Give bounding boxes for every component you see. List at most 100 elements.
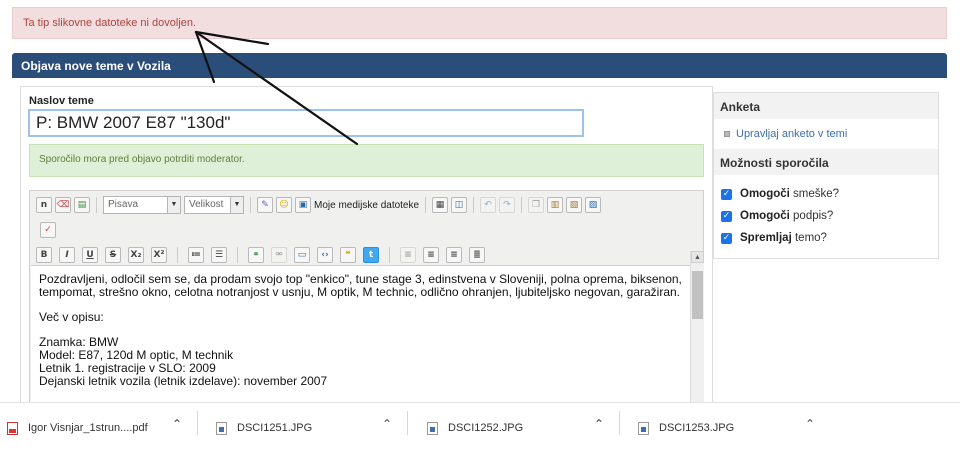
chevron-down-icon: ▼ bbox=[230, 197, 243, 213]
size-select-label: Velikost bbox=[189, 199, 224, 210]
redo-icon[interactable]: ↷ bbox=[499, 197, 516, 213]
page-title: Objava nove teme v Vozila bbox=[12, 53, 947, 78]
error-message: Ta tip slikovne datoteke ni dovoljen. bbox=[12, 7, 947, 39]
pdf-file-icon bbox=[7, 421, 18, 435]
align-right-icon[interactable]: ≡ bbox=[446, 247, 462, 263]
manage-poll-label: Upravljaj anketo v temi bbox=[736, 128, 848, 140]
toolbar-separator bbox=[425, 197, 427, 213]
editor-line: Dejanski letnik vozila (letnik izdelave)… bbox=[39, 374, 328, 388]
subscript-icon[interactable]: X₂ bbox=[128, 247, 144, 263]
editor-scrollbar[interactable]: ▲ bbox=[690, 251, 704, 417]
paste-word-icon[interactable]: ▨ bbox=[585, 197, 602, 213]
image-file-icon bbox=[427, 421, 438, 435]
download-separator bbox=[197, 411, 198, 435]
editor-paragraph: Pozdravljeni, odločil sem se, da prodam … bbox=[39, 272, 682, 299]
paste-icon[interactable]: ▥ bbox=[547, 197, 564, 213]
toolbar-row-1: n ⌫ ▤ Pisava ▼ Velikost ▼ ✎ ☺ ▣ Moje med… bbox=[36, 195, 602, 215]
chevron-up-icon[interactable]: ⌃ bbox=[805, 417, 815, 431]
link-icon[interactable]: ⚭ bbox=[248, 247, 264, 263]
option-follow-topic[interactable]: ✓ Spremljaj temo? bbox=[714, 227, 938, 249]
align-left-icon[interactable]: ≡ bbox=[400, 247, 416, 263]
checkbox-checked-icon[interactable]: ✓ bbox=[721, 210, 732, 222]
font-select[interactable]: Pisava ▼ bbox=[103, 196, 181, 214]
chevron-up-icon[interactable]: ⌃ bbox=[382, 417, 392, 431]
bullet-icon bbox=[724, 131, 730, 137]
media-button-label: Moje medijske datoteke bbox=[314, 199, 420, 211]
editor-content[interactable]: Pozdravljeni, odločil sem se, da prodam … bbox=[31, 265, 690, 415]
quote-icon[interactable]: ❝ bbox=[340, 247, 356, 263]
option-label-rest: podpis? bbox=[789, 210, 834, 222]
media-button[interactable]: ▣ Moje medijske datoteke bbox=[295, 197, 419, 213]
underline-icon[interactable]: U bbox=[82, 247, 98, 263]
option-label-bold: Omogoči bbox=[740, 210, 790, 222]
source-icon[interactable]: n bbox=[36, 197, 52, 213]
paste-text-icon[interactable]: ▧ bbox=[566, 197, 583, 213]
code-icon[interactable]: ‹› bbox=[317, 247, 333, 263]
checkbox-checked-icon[interactable]: ✓ bbox=[721, 188, 732, 200]
bold-icon[interactable]: B bbox=[36, 247, 52, 263]
image-icon[interactable]: ▭ bbox=[294, 247, 310, 263]
option-signature[interactable]: ✓ Omogoči podpis? bbox=[714, 205, 938, 227]
option-label: Spremljaj temo? bbox=[740, 232, 827, 244]
rich-text-editor: n ⌫ ▤ Pisava ▼ Velikost ▼ ✎ ☺ ▣ Moje med… bbox=[29, 190, 704, 417]
table-icon[interactable]: ▦ bbox=[432, 197, 449, 213]
chevron-down-icon: ▼ bbox=[167, 197, 180, 213]
title-label: Naslov teme bbox=[29, 95, 94, 107]
numbered-list-icon[interactable]: ☰ bbox=[211, 247, 227, 263]
download-item[interactable]: Igor Visnjar_1strun....pdf bbox=[7, 417, 148, 439]
chevron-up-icon[interactable]: ⌃ bbox=[594, 417, 604, 431]
smiley-icon[interactable]: ☺ bbox=[276, 197, 292, 213]
moderation-notice: Sporočilo mora pred objavo potrditi mode… bbox=[29, 144, 704, 177]
toolbar-row-3: B I U S X₂ X² ≔ ☰ ⚭ ⚮ ▭ ‹› ❝ t ≡ ≡ ≡ ≣ bbox=[36, 247, 485, 263]
chevron-up-icon[interactable]: ⌃ bbox=[172, 417, 182, 431]
download-item[interactable]: DSCI1252.JPG bbox=[427, 417, 523, 439]
option-label: Omogoči podpis? bbox=[740, 210, 833, 222]
options-heading: Možnosti sporočila bbox=[714, 149, 938, 175]
copy-icon[interactable]: ❐ bbox=[528, 197, 545, 213]
bulleted-list-icon[interactable]: ≔ bbox=[188, 247, 204, 263]
size-select[interactable]: Velikost ▼ bbox=[184, 196, 244, 214]
scrollbar-thumb[interactable] bbox=[692, 271, 703, 319]
download-bar: Igor Visnjar_1strun....pdf ⌃ DSCI1251.JP… bbox=[0, 402, 960, 460]
option-label-rest: temo? bbox=[791, 232, 827, 244]
strikethrough-icon[interactable]: S bbox=[105, 247, 121, 263]
option-label-rest: smeške? bbox=[789, 188, 840, 200]
eraser-icon[interactable]: ⌫ bbox=[55, 197, 71, 213]
download-item[interactable]: DSCI1251.JPG bbox=[216, 417, 312, 439]
undo-icon[interactable]: ↶ bbox=[480, 197, 497, 213]
layout-icon[interactable]: ◫ bbox=[451, 197, 468, 213]
download-separator bbox=[619, 411, 620, 435]
twitter-icon[interactable]: t bbox=[363, 247, 379, 263]
download-filename: DSCI1252.JPG bbox=[448, 422, 524, 434]
toolbar-separator bbox=[389, 247, 390, 263]
spellcheck-icon[interactable]: ✓ bbox=[40, 222, 56, 238]
manage-poll-link[interactable]: Upravljaj anketo v temi bbox=[714, 119, 938, 149]
option-smileys[interactable]: ✓ Omogoči smeške? bbox=[714, 183, 938, 205]
toolbar-row-2: ✓ bbox=[40, 222, 56, 238]
align-center-icon[interactable]: ≡ bbox=[423, 247, 439, 263]
toolbar-separator bbox=[250, 197, 251, 213]
superscript-icon[interactable]: X² bbox=[151, 247, 167, 263]
italic-icon[interactable]: I bbox=[59, 247, 75, 263]
option-label-bold: Spremljaj bbox=[740, 232, 792, 244]
title-input[interactable] bbox=[28, 109, 584, 137]
font-select-label: Pisava bbox=[108, 199, 139, 210]
download-separator bbox=[407, 411, 408, 435]
poll-heading: Anketa bbox=[714, 93, 938, 119]
template-icon[interactable]: ▤ bbox=[74, 197, 90, 213]
media-icon: ▣ bbox=[295, 197, 311, 213]
download-filename: DSCI1251.JPG bbox=[237, 422, 313, 434]
scroll-up-icon[interactable]: ▲ bbox=[691, 251, 704, 263]
toolbar-separator bbox=[521, 197, 523, 213]
toolbar-separator bbox=[96, 197, 97, 213]
toolbar-separator bbox=[177, 247, 178, 263]
font-color-icon[interactable]: ✎ bbox=[257, 197, 273, 213]
justify-icon[interactable]: ≣ bbox=[469, 247, 485, 263]
image-file-icon bbox=[638, 421, 649, 435]
checkbox-checked-icon[interactable]: ✓ bbox=[721, 232, 732, 244]
download-item[interactable]: DSCI1253.JPG bbox=[638, 417, 734, 439]
unlink-icon[interactable]: ⚮ bbox=[271, 247, 287, 263]
